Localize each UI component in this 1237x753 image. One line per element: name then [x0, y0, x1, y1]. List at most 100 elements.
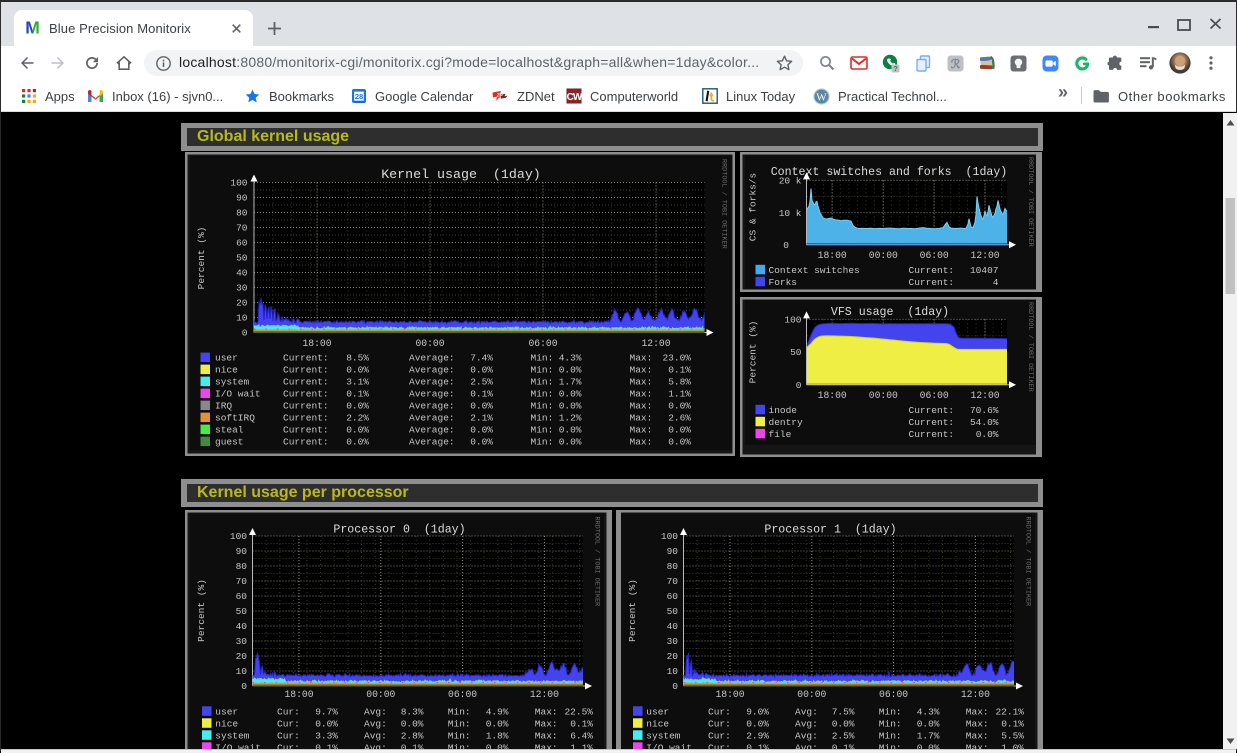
svg-text:guest: guest	[215, 437, 244, 448]
svg-text:10407: 10407	[970, 265, 999, 276]
svg-text:2.6%: 2.6%	[668, 413, 691, 424]
svg-text:10: 10	[236, 313, 248, 324]
svg-text:1.7%: 1.7%	[916, 730, 939, 741]
svg-text:inode: inode	[769, 405, 798, 416]
svg-text:90: 90	[236, 546, 248, 557]
svg-text:VFS usage (1day): VFS usage (1day)	[831, 306, 949, 319]
svg-text:nice: nice	[215, 365, 238, 376]
svg-text:100: 100	[230, 531, 247, 542]
svg-text:Cur:: Cur:	[277, 742, 300, 749]
svg-text:Avg:: Avg:	[364, 742, 387, 749]
svg-text:0.0%: 0.0%	[559, 425, 582, 436]
svg-text:60: 60	[236, 238, 248, 249]
svg-text:Context switches: Context switches	[769, 265, 860, 276]
svg-text:Current:: Current:	[909, 265, 955, 276]
svg-text:0.0%: 0.0%	[668, 425, 691, 436]
svg-text:20 k: 20 k	[779, 176, 802, 187]
svg-text:40: 40	[666, 621, 678, 632]
svg-text:Min:: Min:	[531, 389, 554, 400]
svg-text:Current:: Current:	[283, 437, 329, 448]
svg-text:2.1%: 2.1%	[470, 413, 493, 424]
svg-text:Average:: Average:	[409, 437, 455, 448]
svg-text:0.0%: 0.0%	[346, 401, 369, 412]
svg-text:40: 40	[236, 621, 248, 632]
svg-text:Average:: Average:	[409, 389, 455, 400]
svg-text:0: 0	[242, 328, 248, 339]
svg-text:Avg:: Avg:	[795, 706, 818, 717]
svg-text:18:00: 18:00	[302, 338, 331, 349]
svg-text:80: 80	[666, 561, 678, 572]
svg-text:7.5%: 7.5%	[831, 706, 854, 717]
svg-text:1.2%: 1.2%	[559, 413, 582, 424]
svg-text:5.5%: 5.5%	[1001, 730, 1024, 741]
svg-text:RRDTOOL / TOBI OETIKER: RRDTOOL / TOBI OETIKER	[1026, 157, 1034, 247]
svg-text:Max:: Max:	[630, 365, 653, 376]
svg-text:Current:: Current:	[909, 429, 955, 440]
svg-text:90: 90	[236, 193, 248, 204]
svg-text:4.3%: 4.3%	[916, 706, 939, 717]
svg-text:18:00: 18:00	[818, 250, 847, 261]
svg-text:nice: nice	[646, 718, 669, 729]
svg-text:0.0%: 0.0%	[346, 425, 369, 436]
svg-text:8.3%: 8.3%	[401, 706, 424, 717]
svg-text:Max:: Max:	[630, 389, 653, 400]
svg-text:10: 10	[236, 666, 248, 677]
svg-text:0.0%: 0.0%	[746, 718, 769, 729]
svg-text:IRQ: IRQ	[215, 401, 232, 412]
svg-text:Min:: Min:	[878, 742, 901, 749]
svg-text:RRDTOOL / TOBI OETIKER: RRDTOOL / TOBI OETIKER	[1026, 302, 1034, 392]
svg-text:70.6%: 70.6%	[970, 405, 999, 416]
svg-text:40: 40	[236, 268, 248, 279]
svg-text:0.0%: 0.0%	[916, 718, 939, 729]
svg-text:Avg:: Avg:	[795, 742, 818, 749]
svg-text:Max:: Max:	[630, 353, 653, 364]
svg-text:18:00: 18:00	[818, 390, 847, 401]
svg-text:10: 10	[666, 666, 678, 677]
svg-text:Min:: Min:	[878, 730, 901, 741]
svg-text:I/O wait: I/O wait	[646, 742, 692, 749]
svg-text:0: 0	[241, 681, 247, 692]
svg-text:3.1%: 3.1%	[346, 377, 369, 388]
svg-text:70: 70	[666, 576, 678, 587]
svg-text:Max:: Max:	[535, 718, 558, 729]
svg-text:Max:: Max:	[535, 730, 558, 741]
svg-text:Max:: Max:	[630, 437, 653, 448]
svg-text:0.1%: 0.1%	[746, 742, 769, 749]
svg-text:12:00: 12:00	[641, 338, 670, 349]
svg-text:0.0%: 0.0%	[470, 401, 493, 412]
svg-text:Forks: Forks	[769, 277, 798, 288]
svg-text:18:00: 18:00	[284, 689, 313, 700]
svg-text:30: 30	[236, 283, 248, 294]
svg-text:Current:: Current:	[283, 389, 329, 400]
svg-text:0.0%: 0.0%	[831, 718, 854, 729]
svg-text:Current:: Current:	[909, 417, 955, 428]
svg-text:80: 80	[236, 208, 248, 219]
svg-text:0.0%: 0.0%	[470, 365, 493, 376]
svg-text:5.8%: 5.8%	[668, 377, 691, 388]
svg-text:6.4%: 6.4%	[570, 730, 593, 741]
svg-text:9.0%: 9.0%	[746, 706, 769, 717]
svg-text:10 k: 10 k	[779, 208, 802, 219]
svg-text:50: 50	[790, 347, 802, 358]
svg-text:Avg:: Avg:	[364, 706, 387, 717]
svg-text:steal: steal	[215, 425, 244, 436]
svg-text:00:00: 00:00	[415, 338, 444, 349]
svg-text:50: 50	[236, 253, 248, 264]
svg-text:4.3%: 4.3%	[559, 353, 582, 364]
svg-text:0.0%: 0.0%	[668, 437, 691, 448]
svg-text:Current:: Current:	[909, 405, 955, 416]
svg-text:Min:: Min:	[448, 742, 471, 749]
svg-text:7.4%: 7.4%	[470, 353, 493, 364]
svg-text:06:00: 06:00	[920, 390, 949, 401]
svg-text:70: 70	[236, 576, 248, 587]
svg-text:Cur:: Cur:	[708, 742, 731, 749]
svg-text:Min:: Min:	[448, 718, 471, 729]
svg-text:Processor 1 (1day): Processor 1 (1day)	[764, 523, 896, 536]
svg-text:0: 0	[796, 380, 802, 391]
svg-text:RRDTOOL / TOBI OETIKER: RRDTOOL / TOBI OETIKER	[720, 159, 728, 249]
svg-text:100: 100	[784, 315, 801, 326]
svg-text:0.0%: 0.0%	[486, 718, 509, 729]
svg-text:?: ?	[893, 64, 898, 73]
svg-text:softIRQ: softIRQ	[215, 413, 255, 424]
svg-text:Average:: Average:	[409, 377, 455, 388]
